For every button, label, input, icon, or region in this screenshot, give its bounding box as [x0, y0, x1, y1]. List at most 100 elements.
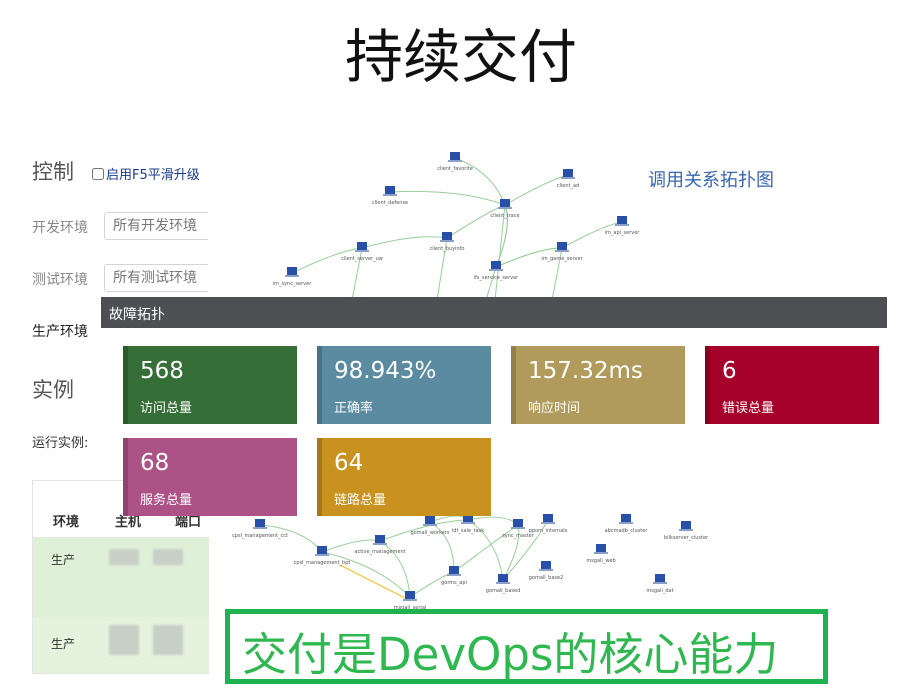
- node-label: client_server_uw: [341, 256, 383, 262]
- fault-panel-title: 故障拓扑: [109, 307, 165, 323]
- node-label: gomall_base2: [529, 575, 564, 581]
- card-total-links[interactable]: 64 链路总量: [317, 438, 491, 516]
- topology-edge: [467, 516, 519, 526]
- server-icon: [375, 535, 385, 543]
- dev-env-select[interactable]: 所有开发环境: [104, 212, 208, 240]
- redacted-host: [109, 625, 139, 655]
- fault-panel-header: 故障拓扑: [101, 297, 887, 328]
- card-value: 68: [140, 450, 170, 476]
- node-label: im_sync_server: [273, 281, 313, 287]
- card-response-time[interactable]: 157.32ms 响应时间: [511, 346, 685, 424]
- topology-edge: [485, 266, 497, 301]
- card-label: 响应时间: [528, 401, 581, 416]
- node-label: client_trace: [490, 213, 519, 219]
- f5-upgrade-label: 启用F5平滑升级: [106, 168, 200, 183]
- node-label: client_favorite: [437, 166, 473, 172]
- server-icon: [596, 544, 606, 552]
- topology-title[interactable]: 调用关系拓扑图: [648, 166, 774, 192]
- server-icon: [513, 519, 523, 527]
- topology-edge: [446, 204, 506, 239]
- node-label: active_management: [354, 549, 405, 555]
- topology-node: ppom_internals: [529, 514, 568, 534]
- node-label: msgali_web: [586, 558, 615, 564]
- f5-upgrade-checkbox[interactable]: 启用F5平滑升级: [92, 164, 220, 183]
- card-value: 157.32ms: [528, 358, 643, 384]
- test-env-select[interactable]: 所有测试环境: [104, 264, 208, 292]
- node-label: ppom_internals: [529, 528, 568, 534]
- topology-node: cpsl_management_bpt: [294, 546, 351, 566]
- fault-topology-panel: 故障拓扑 568 访问总量 98.943% 正确率 157.32ms 响应时间 …: [101, 297, 887, 517]
- server-icon: [498, 574, 508, 582]
- topology-edge: [504, 174, 569, 206]
- node-label: abcmadb_cluster: [605, 528, 649, 534]
- card-label: 正确率: [334, 401, 374, 416]
- card-label: 访问总量: [140, 401, 193, 416]
- node-label: client_buyinfo: [430, 246, 465, 252]
- node-label: bilkserver_cluster: [664, 535, 709, 541]
- card-label: 服务总量: [140, 493, 193, 508]
- server-icon: [491, 261, 501, 269]
- topology-node: active_management: [354, 535, 406, 555]
- card-value: 568: [140, 358, 184, 384]
- node-label: gomall_based: [486, 588, 521, 594]
- topology-node: client_buyinfo: [430, 232, 465, 252]
- topology-edge: [321, 551, 411, 598]
- dev-env-label: 开发环境: [32, 220, 88, 236]
- card-total-visits[interactable]: 568 访问总量: [123, 346, 297, 424]
- node-label: ifs_service_server: [474, 275, 519, 281]
- server-icon: [255, 519, 265, 527]
- card-total-errors[interactable]: 6 错误总量: [705, 346, 879, 424]
- topology-node: msgali_dat: [646, 574, 674, 594]
- topology-node: client_favorite: [437, 152, 473, 172]
- topology-node: gomall_base2: [529, 561, 564, 581]
- server-icon: [557, 242, 567, 250]
- card-value: 6: [722, 358, 737, 384]
- server-icon: [681, 521, 691, 529]
- node-label: ldt_sale_task: [452, 528, 484, 534]
- topology-edge: [494, 204, 506, 301]
- node-label: client_defense: [372, 200, 408, 206]
- topology-node: msgali_web: [586, 544, 616, 564]
- caption-box: 交付是DevOps的核心能力: [225, 609, 828, 684]
- topology-node: ldt_sale_task: [452, 514, 484, 534]
- server-icon: [317, 546, 327, 554]
- topology-node: ifs_service_server: [474, 261, 519, 281]
- test-env-label: 测试环境: [32, 272, 88, 288]
- col-header-env: 环境: [53, 515, 80, 530]
- table-row[interactable]: 生产: [33, 617, 209, 673]
- node-label: gomali_workers: [410, 530, 449, 536]
- card-accuracy[interactable]: 98.943% 正确率: [317, 346, 491, 424]
- topology-node: client_ad: [557, 169, 579, 189]
- instances-section-title: 实例: [32, 378, 74, 402]
- node-label: im_api_server: [605, 230, 641, 236]
- server-icon: [405, 591, 415, 599]
- server-icon: [449, 566, 459, 574]
- f5-checkbox-input[interactable]: [92, 167, 104, 180]
- node-label: im_game_server: [541, 256, 583, 262]
- server-icon: [563, 169, 573, 177]
- server-icon: [541, 561, 551, 569]
- topology-node: im_game_server: [541, 242, 584, 262]
- node-label: cpsl_management_bpt: [294, 560, 351, 566]
- card-value: 98.943%: [334, 358, 437, 384]
- redacted-port: [153, 625, 183, 655]
- caption-text: 交付是DevOps的核心能力: [242, 628, 779, 681]
- card-label: 链路总量: [334, 493, 387, 508]
- redacted-host: [109, 549, 139, 565]
- card-total-services[interactable]: 68 服务总量: [123, 438, 297, 516]
- topology-node: im_sync_server: [273, 267, 313, 287]
- server-icon: [442, 232, 452, 240]
- table-row[interactable]: 生产: [33, 537, 209, 617]
- node-label: msgali_dat: [646, 588, 673, 594]
- topology-node: client_defense: [372, 186, 408, 206]
- server-icon: [617, 216, 627, 224]
- server-icon: [500, 199, 510, 207]
- card-value: 64: [334, 450, 364, 476]
- row-env: 生产: [51, 637, 76, 651]
- topology-node: cpsl_management_cct: [232, 519, 288, 539]
- topology-node: bilkserver_cluster: [664, 521, 709, 541]
- topology-node: abcmadb_cluster: [605, 514, 649, 534]
- node-label: gorms_api: [441, 580, 467, 586]
- redacted-port: [153, 549, 183, 565]
- server-icon: [287, 267, 297, 275]
